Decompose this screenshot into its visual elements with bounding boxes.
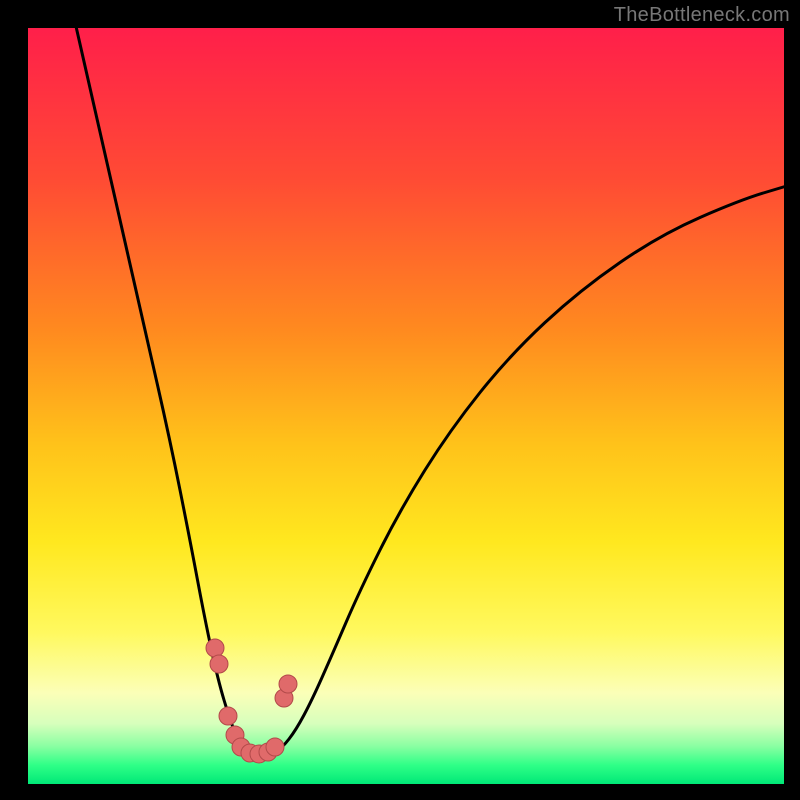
highlight-bead <box>279 675 297 693</box>
highlight-bead <box>210 655 228 673</box>
watermark-label: TheBottleneck.com <box>614 4 790 27</box>
highlight-bead <box>219 707 237 725</box>
chart-svg <box>0 0 800 800</box>
chart-stage: TheBottleneck.com <box>0 0 800 800</box>
highlight-bead <box>206 639 224 657</box>
plot-background <box>28 28 784 784</box>
highlight-bead <box>266 738 284 756</box>
